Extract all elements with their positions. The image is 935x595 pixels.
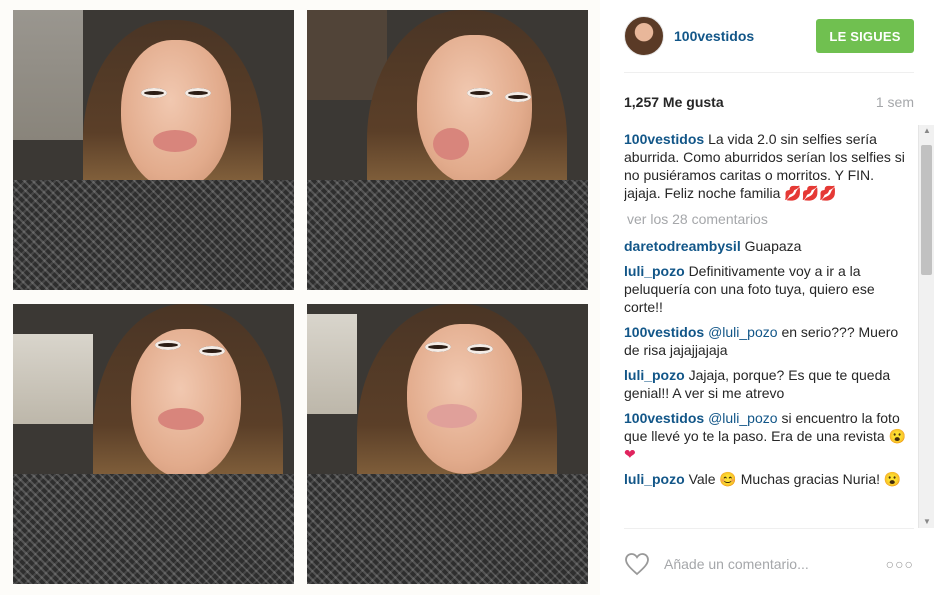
comment-username[interactable]: luli_pozo	[624, 471, 685, 487]
comment-text: Guapaza	[744, 238, 802, 254]
comments-list: 100vestidos La vida 2.0 sin selfies serí…	[624, 130, 914, 525]
comment-username[interactable]: 100vestidos	[624, 324, 704, 340]
footer-divider	[624, 528, 914, 529]
likes-count[interactable]: 1,257 Me gusta	[624, 94, 724, 110]
post-time[interactable]: 1 sem	[876, 94, 914, 110]
comment-username[interactable]: luli_pozo	[624, 367, 685, 383]
likes-row: 1,257 Me gusta 1 sem	[624, 94, 914, 110]
comment-item: luli_pozo Definitivamente voy a ir a la …	[624, 262, 914, 316]
selfie-photo-1	[13, 10, 294, 290]
triangle-down-icon[interactable]: ▼	[922, 517, 932, 527]
avatar[interactable]	[624, 16, 664, 56]
comment-username[interactable]: daretodreambysil	[624, 238, 741, 254]
comment-item: luli_pozo Vale 😊 Muchas gracias Nuria! 😮	[624, 470, 914, 488]
comment-item: luli_pozo Jajaja, porque? Es que te qued…	[624, 366, 914, 402]
comment-username[interactable]: luli_pozo	[624, 263, 685, 279]
scroll-thumb[interactable]	[921, 145, 932, 275]
post-header: 100vestidos LE SIGUES	[624, 15, 914, 57]
more-options-icon[interactable]: ○○○	[886, 556, 914, 572]
comment-username[interactable]: 100vestidos	[624, 410, 704, 426]
username-link[interactable]: 100vestidos	[674, 28, 754, 44]
following-button[interactable]: LE SIGUES	[816, 19, 914, 53]
comment-bar: ○○○	[624, 546, 914, 582]
header-divider	[624, 72, 914, 73]
post-sidebar: 100vestidos LE SIGUES 1,257 Me gusta 1 s…	[600, 0, 935, 595]
caption-username[interactable]: 100vestidos	[624, 131, 704, 147]
view-more-comments-link[interactable]: ver los 28 comentarios	[627, 210, 914, 228]
triangle-up-icon[interactable]: ▲	[922, 126, 932, 136]
comment-item: 100vestidos @luli_pozo en serio??? Muero…	[624, 323, 914, 359]
selfie-photo-4	[307, 304, 588, 584]
comment-mention[interactable]: @luli_pozo	[708, 410, 777, 426]
post-photo[interactable]	[0, 0, 600, 595]
comments-scrollbar[interactable]: ▲ ▼	[918, 125, 934, 528]
emoji: 😮	[883, 471, 902, 487]
heart-outline-icon[interactable]	[624, 552, 650, 576]
comment-mention[interactable]: @luli_pozo	[708, 324, 777, 340]
comment-text: Vale 😊 Muchas gracias Nuria!	[688, 471, 881, 487]
comment-item: daretodreambysil Guapaza	[624, 237, 914, 255]
comment-item: 100vestidos @luli_pozo si encuentro la f…	[624, 409, 914, 463]
caption: 100vestidos La vida 2.0 sin selfies serí…	[624, 130, 914, 202]
add-comment-input[interactable]	[664, 556, 854, 572]
selfie-photo-3	[13, 304, 294, 584]
selfie-photo-2	[307, 10, 588, 290]
kiss-emoji: 💋💋💋	[784, 185, 837, 201]
